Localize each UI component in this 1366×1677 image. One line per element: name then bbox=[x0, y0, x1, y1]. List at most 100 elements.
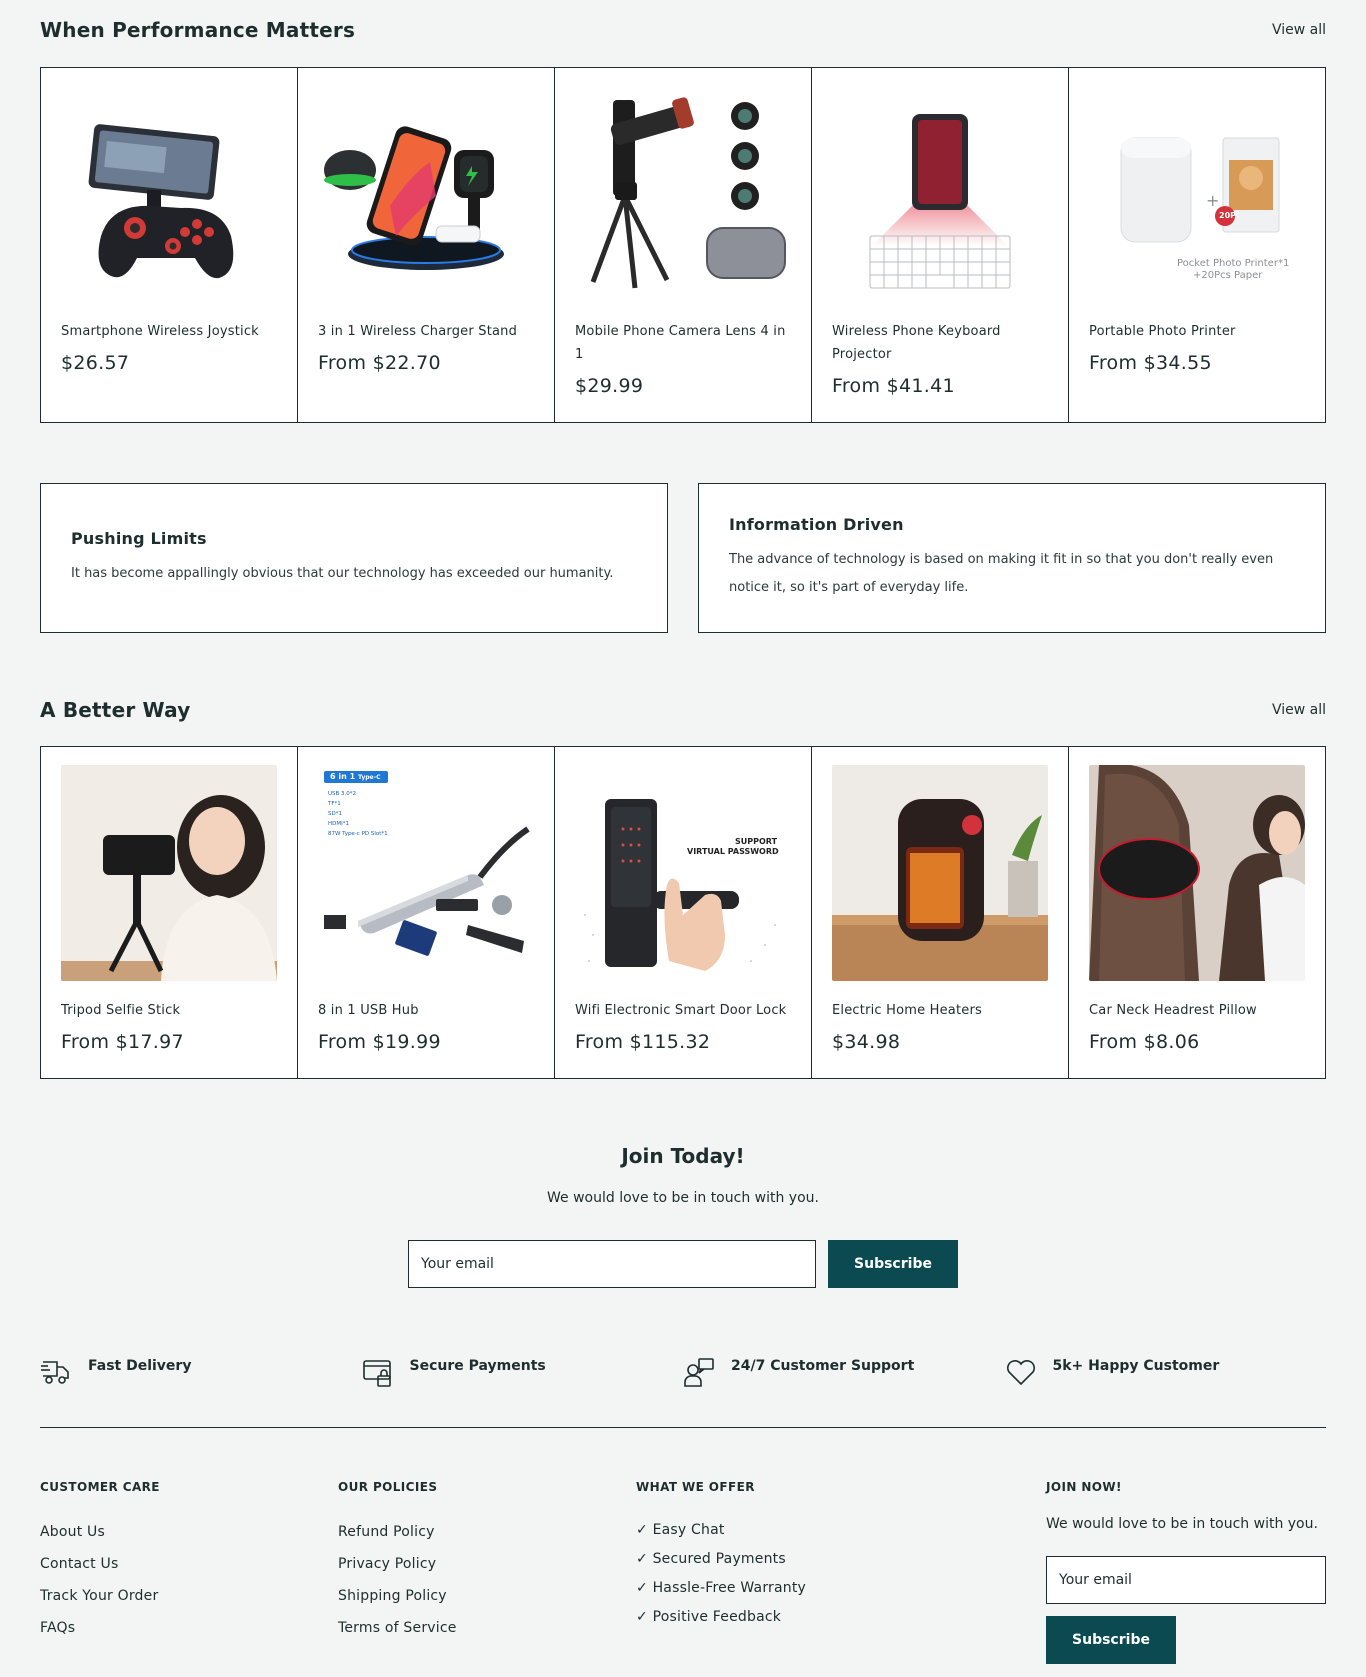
view-all-link[interactable]: View all bbox=[1272, 22, 1326, 38]
footer-subscribe-button[interactable]: Subscribe bbox=[1046, 1616, 1176, 1664]
footer-link-contact[interactable]: Contact Us bbox=[40, 1548, 338, 1580]
footer-email-input[interactable] bbox=[1046, 1556, 1326, 1604]
product-title[interactable]: Wifi Electronic Smart Door Lock bbox=[575, 999, 791, 1022]
product-card[interactable]: Wireless Phone Keyboard Projector From $… bbox=[812, 68, 1069, 422]
footer-link-shipping[interactable]: Shipping Policy bbox=[338, 1580, 636, 1612]
feature-item: Secure Payments bbox=[362, 1356, 684, 1392]
hub-port-line: 87W Type-c PD Slot*1 bbox=[328, 831, 388, 837]
hub-port-line: SD*1 bbox=[328, 811, 342, 817]
email-input[interactable] bbox=[408, 1240, 816, 1288]
lock-caption-1: SUPPORT bbox=[735, 837, 778, 846]
hub-label-main: 6 in 1 bbox=[330, 772, 356, 781]
footer-link-terms[interactable]: Terms of Service bbox=[338, 1612, 636, 1644]
printer-caption-1: Pocket Photo Printer*1 bbox=[1177, 258, 1290, 269]
pillow-image bbox=[1089, 765, 1305, 981]
product-title[interactable]: 3 in 1 Wireless Charger Stand bbox=[318, 320, 534, 343]
feature-label: 24/7 Customer Support bbox=[731, 1358, 915, 1374]
section-title: When Performance Matters bbox=[40, 18, 356, 42]
product-price: From $115.32 bbox=[575, 1031, 711, 1053]
feature-label: Secure Payments bbox=[409, 1358, 546, 1374]
footer-link-refund[interactable]: Refund Policy bbox=[338, 1516, 636, 1548]
camera-lens-image bbox=[575, 86, 791, 302]
footer-link-privacy[interactable]: Privacy Policy bbox=[338, 1548, 636, 1580]
product-grid: Tripod Selfie Stick From $17.97 6 in 1 T… bbox=[40, 746, 1326, 1079]
hub-port-line: USB 3.0*2 bbox=[328, 791, 357, 797]
product-grid: Smartphone Wireless Joystick $26.57 3 in… bbox=[40, 67, 1326, 423]
product-price: $26.57 bbox=[61, 352, 130, 374]
secure-card-icon bbox=[362, 1356, 394, 1392]
product-price: $34.98 bbox=[832, 1031, 901, 1053]
product-title[interactable]: Tripod Selfie Stick bbox=[61, 999, 277, 1022]
section-header: When Performance Matters View all bbox=[40, 10, 1326, 50]
footer-col-customer-care: CUSTOMER CARE About Us Contact Us Track … bbox=[40, 1480, 338, 1664]
subscribe-button[interactable]: Subscribe bbox=[828, 1240, 958, 1288]
footer-heading: OUR POLICIES bbox=[338, 1480, 438, 1494]
product-card[interactable]: Car Neck Headrest Pillow From $8.06 bbox=[1069, 747, 1325, 1078]
product-title[interactable]: Electric Home Heaters bbox=[832, 999, 1048, 1022]
offer-item: ✓ Positive Feedback bbox=[636, 1609, 782, 1625]
feature-item: 5k+ Happy Customer bbox=[1005, 1356, 1327, 1392]
door-lock-image: SUPPORT VIRTUAL PASSWORD bbox=[575, 765, 791, 981]
newsletter-form: Subscribe bbox=[0, 1240, 1366, 1288]
product-price: From $34.55 bbox=[1089, 352, 1212, 374]
feature-label: 5k+ Happy Customer bbox=[1052, 1358, 1220, 1374]
offer-item: ✓ Easy Chat bbox=[636, 1522, 725, 1538]
printer-badge: 20P bbox=[1219, 211, 1236, 220]
newsletter-section: Join Today! We would love to be in touch… bbox=[0, 1144, 1366, 1288]
product-price: From $41.41 bbox=[832, 375, 955, 397]
product-title[interactable]: 8 in 1 USB Hub bbox=[318, 999, 534, 1022]
product-card[interactable]: 3 in 1 Wireless Charger Stand From $22.7… bbox=[298, 68, 555, 422]
footer-heading: CUSTOMER CARE bbox=[40, 1480, 160, 1494]
hub-port-line: TF*1 bbox=[328, 801, 341, 807]
product-title[interactable]: Wireless Phone Keyboard Projector bbox=[832, 320, 1048, 366]
feature-label: Fast Delivery bbox=[88, 1358, 192, 1374]
printer-caption-2: +20Pcs Paper bbox=[1193, 270, 1263, 281]
feature-item: 24/7 Customer Support bbox=[683, 1356, 1005, 1392]
charger-image bbox=[318, 86, 534, 302]
block-text: The advance of technology is based on ma… bbox=[729, 551, 1274, 595]
footer-link-track-order[interactable]: Track Your Order bbox=[40, 1580, 338, 1612]
tripod-image bbox=[61, 765, 277, 981]
footer-join-text: We would love to be in touch with you. bbox=[1046, 1516, 1318, 1532]
offer-item: ✓ Hassle-Free Warranty bbox=[636, 1580, 807, 1596]
text-blocks: Pushing Limits It has become appallingly… bbox=[40, 483, 1326, 633]
product-card[interactable]: Mobile Phone Camera Lens 4 in 1 $29.99 bbox=[555, 68, 812, 422]
footer-heading: WHAT WE OFFER bbox=[636, 1480, 755, 1494]
footer: CUSTOMER CARE About Us Contact Us Track … bbox=[40, 1480, 1326, 1664]
block-title: Pushing Limits bbox=[71, 528, 207, 548]
product-title[interactable]: Mobile Phone Camera Lens 4 in 1 bbox=[575, 320, 791, 366]
product-card[interactable]: SUPPORT VIRTUAL PASSWORD Wifi Electronic… bbox=[555, 747, 812, 1078]
section-title: A Better Way bbox=[40, 698, 191, 722]
text-block: Information Driven The advance of techno… bbox=[698, 483, 1326, 633]
product-title[interactable]: Portable Photo Printer bbox=[1089, 320, 1305, 343]
product-title[interactable]: Car Neck Headrest Pillow bbox=[1089, 999, 1305, 1022]
product-card[interactable]: 6 in 1 Type-C USB 3.0*2 TF*1 SD*1 HDMI*1… bbox=[298, 747, 555, 1078]
product-card[interactable]: + 20P Pocket Photo Printer*1 +20Pcs Pape… bbox=[1069, 68, 1325, 422]
footer-link-about[interactable]: About Us bbox=[40, 1516, 338, 1548]
offer-item: ✓ Secured Payments bbox=[636, 1551, 786, 1567]
hub-label-sub: Type-C bbox=[357, 774, 381, 781]
product-price: From $19.99 bbox=[318, 1031, 441, 1053]
keyboard-projector-image bbox=[832, 86, 1048, 302]
footer-col-offer: WHAT WE OFFER ✓ Easy Chat ✓ Secured Paym… bbox=[636, 1480, 1046, 1664]
gamepad-image bbox=[61, 86, 277, 302]
product-price: From $8.06 bbox=[1089, 1031, 1200, 1053]
view-all-link[interactable]: View all bbox=[1272, 702, 1326, 718]
truck-icon bbox=[40, 1356, 72, 1392]
block-text: It has become appallingly obvious that o… bbox=[71, 565, 614, 581]
newsletter-text: We would love to be in touch with you. bbox=[547, 1190, 819, 1206]
block-title: Information Driven bbox=[729, 514, 904, 534]
usb-hub-image: 6 in 1 Type-C USB 3.0*2 TF*1 SD*1 HDMI*1… bbox=[318, 765, 534, 981]
svg-text:+: + bbox=[1206, 191, 1219, 210]
product-price: From $17.97 bbox=[61, 1031, 184, 1053]
product-title[interactable]: Smartphone Wireless Joystick bbox=[61, 320, 277, 343]
footer-col-policies: OUR POLICIES Refund Policy Privacy Polic… bbox=[338, 1480, 636, 1664]
product-card[interactable]: Smartphone Wireless Joystick $26.57 bbox=[41, 68, 298, 422]
product-card[interactable]: Tripod Selfie Stick From $17.97 bbox=[41, 747, 298, 1078]
footer-divider bbox=[40, 1427, 1326, 1428]
hub-port-list: USB 3.0*2 TF*1 SD*1 HDMI*1 87W Type-c PD… bbox=[328, 789, 388, 839]
product-card[interactable]: Electric Home Heaters $34.98 bbox=[812, 747, 1069, 1078]
hub-port-line: HDMI*1 bbox=[328, 821, 349, 827]
footer-link-faqs[interactable]: FAQs bbox=[40, 1612, 338, 1644]
product-price: $29.99 bbox=[575, 375, 644, 397]
